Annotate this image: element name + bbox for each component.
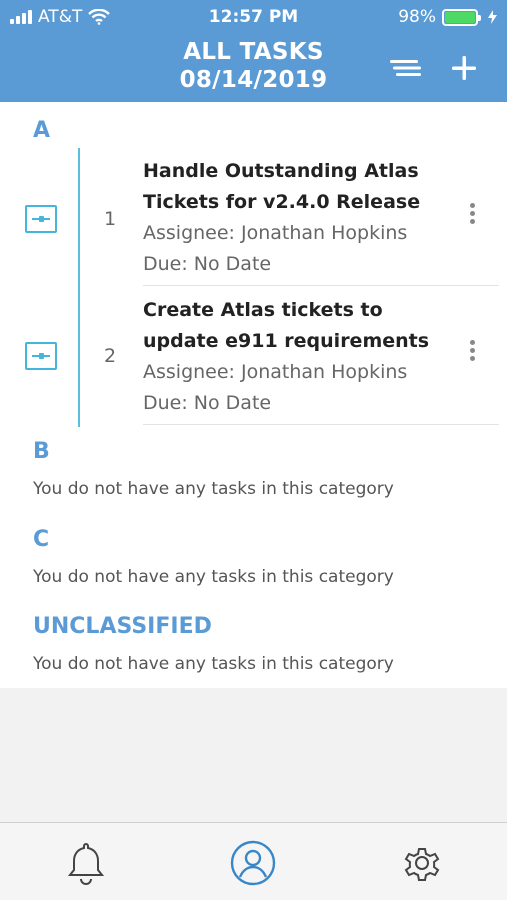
task-title[interactable]: Create Atlas tickets to update e911 requ… — [143, 295, 443, 357]
user-profile-icon[interactable] — [229, 839, 277, 887]
task-number: 2 — [104, 345, 117, 367]
task-title-line: update e911 requirements — [143, 330, 430, 352]
drag-handle-icon[interactable] — [25, 205, 57, 233]
status-right: 98% — [398, 7, 497, 27]
section-header-a: A — [33, 118, 51, 143]
task-number: 1 — [104, 208, 117, 230]
drag-handle-icon[interactable] — [25, 342, 57, 370]
task-title[interactable]: Handle Outstanding Atlas Tickets for v2.… — [143, 156, 443, 218]
battery-icon — [442, 8, 481, 26]
page-title: ALL TASKS — [183, 39, 324, 65]
more-options-icon[interactable] — [462, 200, 482, 232]
sort-lines-icon[interactable] — [388, 50, 424, 86]
plus-icon[interactable] — [446, 50, 482, 86]
section-header-unclassified: UNCLASSIFIED — [33, 614, 212, 639]
row-divider — [143, 424, 499, 425]
task-row[interactable]: 2 Create Atlas tickets to update e911 re… — [0, 287, 507, 425]
section-header-c: C — [33, 527, 50, 552]
empty-category-message: You do not have any tasks in this catego… — [33, 479, 394, 499]
task-title-line: Create Atlas tickets to — [143, 299, 383, 321]
task-assignee: Assignee: Jonathan Hopkins — [143, 222, 408, 244]
task-meta: Assignee: Jonathan Hopkins Due: No Date — [143, 357, 407, 419]
task-due: Due: No Date — [143, 392, 272, 414]
bell-icon[interactable] — [62, 839, 110, 887]
task-meta: Assignee: Jonathan Hopkins Due: No Date — [143, 218, 407, 280]
task-list: A 1 Handle Outstanding Atlas Tickets for… — [0, 102, 507, 688]
more-options-icon[interactable] — [462, 337, 482, 369]
status-bar: AT&T 12:57 PM 98% — [0, 0, 507, 34]
battery-percent: 98% — [398, 7, 436, 27]
section-header-b: B — [33, 439, 50, 464]
charging-bolt-icon — [488, 10, 497, 24]
page-title-block: ALL TASKS 08/14/2019 — [0, 38, 507, 94]
gear-icon[interactable] — [398, 839, 446, 887]
task-assignee: Assignee: Jonathan Hopkins — [143, 361, 408, 383]
row-divider — [143, 285, 499, 286]
empty-category-message: You do not have any tasks in this catego… — [33, 567, 394, 587]
app-header: AT&T 12:57 PM 98% ALL TASKS 08/14/2019 — [0, 0, 507, 102]
bottom-tab-bar — [0, 822, 507, 900]
task-row[interactable]: 1 Handle Outstanding Atlas Tickets for v… — [0, 148, 507, 286]
task-title-line: Handle Outstanding Atlas — [143, 160, 419, 182]
empty-category-message: You do not have any tasks in this catego… — [33, 654, 394, 674]
task-due: Due: No Date — [143, 253, 272, 275]
task-title-line: Tickets for v2.4.0 Release — [143, 191, 421, 213]
page-date: 08/14/2019 — [179, 67, 328, 93]
